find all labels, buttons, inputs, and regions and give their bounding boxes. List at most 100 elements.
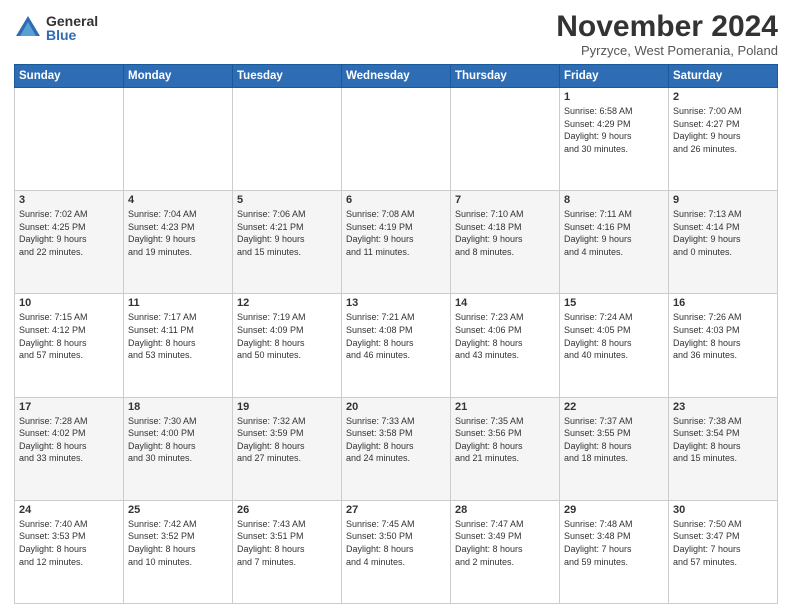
calendar-week-4: 24 Sunrise: 7:40 AM Sunset: 3:53 PM Dayli… bbox=[15, 500, 778, 603]
day-info: Sunrise: 7:26 AM Sunset: 4:03 PM Dayligh… bbox=[673, 311, 773, 361]
calendar-cell: 2 Sunrise: 7:00 AM Sunset: 4:27 PM Daylig… bbox=[669, 88, 778, 191]
day-number: 6 bbox=[346, 194, 446, 206]
calendar-cell bbox=[124, 88, 233, 191]
calendar-cell: 11 Sunrise: 7:17 AM Sunset: 4:11 PM Dayli… bbox=[124, 294, 233, 397]
calendar-cell: 16 Sunrise: 7:26 AM Sunset: 4:03 PM Dayli… bbox=[669, 294, 778, 397]
day-info: Sunrise: 6:58 AM Sunset: 4:29 PM Dayligh… bbox=[564, 105, 664, 155]
top-section: General Blue November 2024 Pyrzyce, West… bbox=[14, 10, 778, 58]
calendar-cell: 4 Sunrise: 7:04 AM Sunset: 4:23 PM Daylig… bbox=[124, 191, 233, 294]
calendar-cell: 19Sunrise: 7:32 AM Sunset: 3:59 PM Dayli… bbox=[233, 397, 342, 500]
day-info: Sunrise: 7:45 AM Sunset: 3:50 PM Dayligh… bbox=[346, 518, 446, 568]
day-number: 24 bbox=[19, 504, 119, 516]
day-info: Sunrise: 7:32 AM Sunset: 3:59 PM Dayligh… bbox=[237, 415, 337, 465]
day-info: Sunrise: 7:11 AM Sunset: 4:16 PM Dayligh… bbox=[564, 208, 664, 258]
logo-blue-label: Blue bbox=[46, 28, 98, 42]
day-number: 21 bbox=[455, 401, 555, 413]
day-number: 3 bbox=[19, 194, 119, 206]
calendar-cell bbox=[451, 88, 560, 191]
calendar-cell: 29 Sunrise: 7:48 AM Sunset: 3:48 PM Dayli… bbox=[560, 500, 669, 603]
calendar-cell: 13 Sunrise: 7:21 AM Sunset: 4:08 PM Dayli… bbox=[342, 294, 451, 397]
day-number: 17 bbox=[19, 401, 119, 413]
day-number: 26 bbox=[237, 504, 337, 516]
calendar-cell bbox=[233, 88, 342, 191]
header-row: Sunday Monday Tuesday Wednesday Thursday… bbox=[15, 65, 778, 88]
day-number: 2 bbox=[673, 91, 773, 103]
day-number: 29 bbox=[564, 504, 664, 516]
location-subtitle: Pyrzyce, West Pomerania, Poland bbox=[556, 43, 778, 58]
calendar-header: Sunday Monday Tuesday Wednesday Thursday… bbox=[15, 65, 778, 88]
calendar-cell: 6 Sunrise: 7:08 AM Sunset: 4:19 PM Daylig… bbox=[342, 191, 451, 294]
calendar-cell: 25Sunrise: 7:42 AM Sunset: 3:52 PM Dayli… bbox=[124, 500, 233, 603]
day-info: Sunrise: 7:40 AM Sunset: 3:53 PM Dayligh… bbox=[19, 518, 119, 568]
day-info: Sunrise: 7:42 AM Sunset: 3:52 PM Dayligh… bbox=[128, 518, 228, 568]
day-number: 9 bbox=[673, 194, 773, 206]
calendar-cell: 12Sunrise: 7:19 AM Sunset: 4:09 PM Dayli… bbox=[233, 294, 342, 397]
calendar-cell: 27 Sunrise: 7:45 AM Sunset: 3:50 PM Dayli… bbox=[342, 500, 451, 603]
day-number: 8 bbox=[564, 194, 664, 206]
day-number: 11 bbox=[128, 297, 228, 309]
logo-text: General Blue bbox=[46, 14, 98, 42]
calendar-cell: 28 Sunrise: 7:47 AM Sunset: 3:49 PM Dayli… bbox=[451, 500, 560, 603]
day-number: 13 bbox=[346, 297, 446, 309]
calendar-cell: 23Sunrise: 7:38 AM Sunset: 3:54 PM Dayli… bbox=[669, 397, 778, 500]
day-info: Sunrise: 7:23 AM Sunset: 4:06 PM Dayligh… bbox=[455, 311, 555, 361]
logo: General Blue bbox=[14, 14, 98, 42]
day-info: Sunrise: 7:13 AM Sunset: 4:14 PM Dayligh… bbox=[673, 208, 773, 258]
calendar-cell: 22 Sunrise: 7:37 AM Sunset: 3:55 PM Dayli… bbox=[560, 397, 669, 500]
calendar-week-3: 17 Sunrise: 7:28 AM Sunset: 4:02 PM Dayli… bbox=[15, 397, 778, 500]
day-number: 27 bbox=[346, 504, 446, 516]
calendar-week-0: 1 Sunrise: 6:58 AM Sunset: 4:29 PM Daylig… bbox=[15, 88, 778, 191]
day-number: 10 bbox=[19, 297, 119, 309]
day-info: Sunrise: 7:24 AM Sunset: 4:05 PM Dayligh… bbox=[564, 311, 664, 361]
day-info: Sunrise: 7:00 AM Sunset: 4:27 PM Dayligh… bbox=[673, 105, 773, 155]
page: General Blue November 2024 Pyrzyce, West… bbox=[0, 0, 792, 612]
day-info: Sunrise: 7:37 AM Sunset: 3:55 PM Dayligh… bbox=[564, 415, 664, 465]
day-info: Sunrise: 7:47 AM Sunset: 3:49 PM Dayligh… bbox=[455, 518, 555, 568]
col-saturday: Saturday bbox=[669, 65, 778, 88]
day-info: Sunrise: 7:17 AM Sunset: 4:11 PM Dayligh… bbox=[128, 311, 228, 361]
day-number: 5 bbox=[237, 194, 337, 206]
calendar-cell: 1 Sunrise: 6:58 AM Sunset: 4:29 PM Daylig… bbox=[560, 88, 669, 191]
logo-icon bbox=[14, 14, 42, 42]
day-info: Sunrise: 7:21 AM Sunset: 4:08 PM Dayligh… bbox=[346, 311, 446, 361]
day-info: Sunrise: 7:15 AM Sunset: 4:12 PM Dayligh… bbox=[19, 311, 119, 361]
col-monday: Monday bbox=[124, 65, 233, 88]
calendar-cell: 8 Sunrise: 7:11 AM Sunset: 4:16 PM Daylig… bbox=[560, 191, 669, 294]
calendar-cell: 17 Sunrise: 7:28 AM Sunset: 4:02 PM Dayli… bbox=[15, 397, 124, 500]
calendar-cell: 9 Sunrise: 7:13 AM Sunset: 4:14 PM Daylig… bbox=[669, 191, 778, 294]
day-number: 22 bbox=[564, 401, 664, 413]
calendar-cell: 18Sunrise: 7:30 AM Sunset: 4:00 PM Dayli… bbox=[124, 397, 233, 500]
calendar-cell: 21 Sunrise: 7:35 AM Sunset: 3:56 PM Dayli… bbox=[451, 397, 560, 500]
day-number: 1 bbox=[564, 91, 664, 103]
calendar-cell: 26 Sunrise: 7:43 AM Sunset: 3:51 PM Dayli… bbox=[233, 500, 342, 603]
calendar-cell: 3 Sunrise: 7:02 AM Sunset: 4:25 PM Daylig… bbox=[15, 191, 124, 294]
logo-general-label: General bbox=[46, 14, 98, 28]
day-info: Sunrise: 7:48 AM Sunset: 3:48 PM Dayligh… bbox=[564, 518, 664, 568]
day-number: 20 bbox=[346, 401, 446, 413]
day-info: Sunrise: 7:04 AM Sunset: 4:23 PM Dayligh… bbox=[128, 208, 228, 258]
calendar-cell: 10 Sunrise: 7:15 AM Sunset: 4:12 PM Dayli… bbox=[15, 294, 124, 397]
calendar-cell: 20 Sunrise: 7:33 AM Sunset: 3:58 PM Dayli… bbox=[342, 397, 451, 500]
day-number: 28 bbox=[455, 504, 555, 516]
col-sunday: Sunday bbox=[15, 65, 124, 88]
calendar-table: Sunday Monday Tuesday Wednesday Thursday… bbox=[14, 64, 778, 604]
day-info: Sunrise: 7:10 AM Sunset: 4:18 PM Dayligh… bbox=[455, 208, 555, 258]
calendar-cell: 14 Sunrise: 7:23 AM Sunset: 4:06 PM Dayli… bbox=[451, 294, 560, 397]
calendar-body: 1 Sunrise: 6:58 AM Sunset: 4:29 PM Daylig… bbox=[15, 88, 778, 604]
day-info: Sunrise: 7:35 AM Sunset: 3:56 PM Dayligh… bbox=[455, 415, 555, 465]
col-thursday: Thursday bbox=[451, 65, 560, 88]
calendar-cell: 24 Sunrise: 7:40 AM Sunset: 3:53 PM Dayli… bbox=[15, 500, 124, 603]
calendar-cell bbox=[342, 88, 451, 191]
day-info: Sunrise: 7:33 AM Sunset: 3:58 PM Dayligh… bbox=[346, 415, 446, 465]
day-number: 14 bbox=[455, 297, 555, 309]
calendar-week-2: 10 Sunrise: 7:15 AM Sunset: 4:12 PM Dayli… bbox=[15, 294, 778, 397]
day-info: Sunrise: 7:02 AM Sunset: 4:25 PM Dayligh… bbox=[19, 208, 119, 258]
day-number: 16 bbox=[673, 297, 773, 309]
day-number: 30 bbox=[673, 504, 773, 516]
day-info: Sunrise: 7:28 AM Sunset: 4:02 PM Dayligh… bbox=[19, 415, 119, 465]
day-info: Sunrise: 7:43 AM Sunset: 3:51 PM Dayligh… bbox=[237, 518, 337, 568]
calendar-cell: 7Sunrise: 7:10 AM Sunset: 4:18 PM Daylig… bbox=[451, 191, 560, 294]
day-number: 4 bbox=[128, 194, 228, 206]
day-info: Sunrise: 7:19 AM Sunset: 4:09 PM Dayligh… bbox=[237, 311, 337, 361]
day-info: Sunrise: 7:08 AM Sunset: 4:19 PM Dayligh… bbox=[346, 208, 446, 258]
